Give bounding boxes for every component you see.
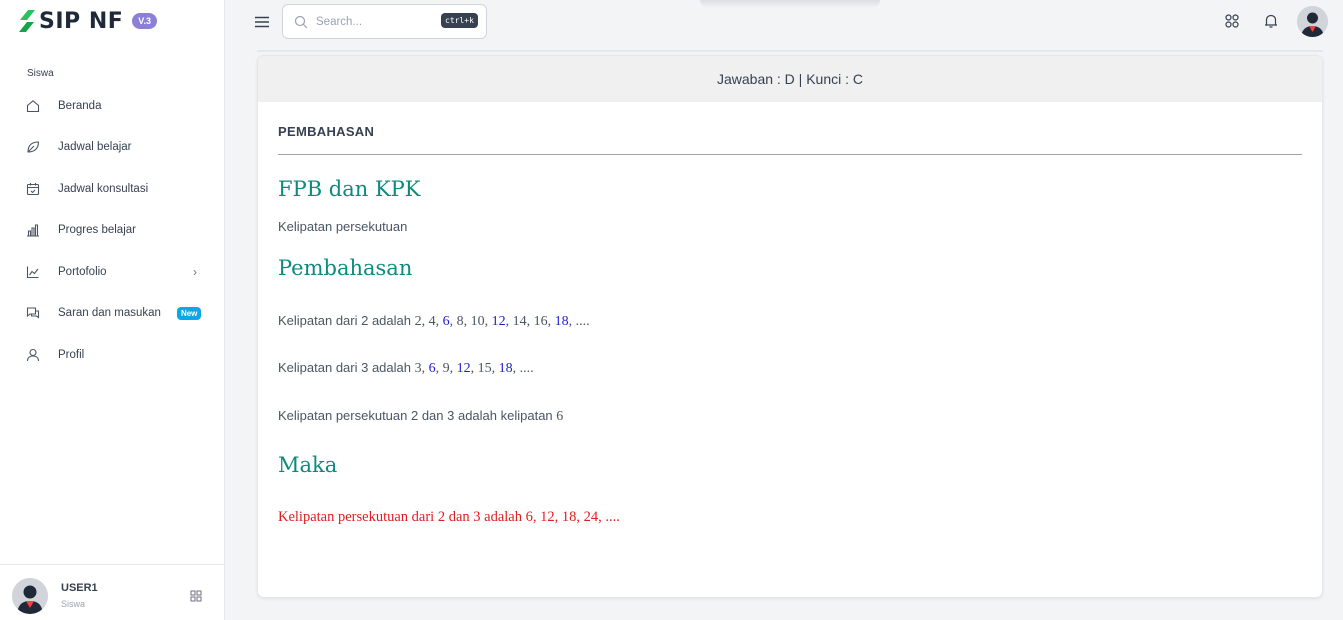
sidebar-item-label: Profil <box>58 348 85 361</box>
sidebar-item-label: Jadwal konsultasi <box>58 182 149 195</box>
sidebar-item-label: Progres belajar <box>58 224 136 237</box>
logo-icon <box>19 10 35 32</box>
sidebar-item-portofolio[interactable]: Portofolio › <box>0 251 224 293</box>
search-icon <box>294 15 308 29</box>
brand-name: SIP NF <box>39 8 124 34</box>
user-role: Siswa <box>61 599 86 609</box>
sidebar-item-profil[interactable]: Profil <box>0 334 224 376</box>
sidebar-item-jadwal-konsultasi[interactable]: Jadwal konsultasi <box>0 168 224 210</box>
sidebar: SIP NF V.3 Siswa Beranda Jadwal belajar … <box>0 0 225 620</box>
sidebar-item-progres-belajar[interactable]: Progres belajar <box>0 210 224 252</box>
heading-maka: Maka <box>278 453 338 477</box>
heading-fpb-kpk: FPB dan KPK <box>278 177 421 201</box>
divider <box>278 154 1302 155</box>
line-text: Kelipatan dari 2 adalah <box>278 313 411 328</box>
heading-pembahasan: Pembahasan <box>278 256 413 280</box>
common-multiple: Kelipatan persekutuan 2 dan 3 adalah kel… <box>278 408 1302 425</box>
math-values: 2, 4, 6, 8, 10, 12, 14, 16, 18, .... <box>414 314 590 329</box>
section-title: PEMBAHASAN <box>278 124 375 139</box>
layout-icon[interactable] <box>190 590 202 602</box>
search-box: ctrl+k <box>282 4 487 39</box>
calendar-check-icon <box>26 182 40 196</box>
sidebar-item-label: Portofolio <box>58 265 107 278</box>
sidebar-footer: USER1 Siswa <box>0 564 224 620</box>
bell-icon[interactable] <box>1263 13 1279 29</box>
sidebar-item-label: Jadwal belajar <box>58 141 132 154</box>
top-shadow <box>700 0 880 8</box>
menu-icon[interactable] <box>254 14 270 30</box>
line-text: Kelipatan dari 3 adalah <box>278 360 411 375</box>
card-body: PEMBAHASAN FPB dan KPK Kelipatan perseku… <box>258 124 1322 526</box>
sidebar-item-label: Beranda <box>58 99 102 112</box>
chevron-right-icon: › <box>193 264 197 279</box>
user-name: USER1 <box>61 582 98 594</box>
apps-grid-icon[interactable] <box>1224 13 1240 29</box>
math-value: 6 <box>556 409 564 424</box>
sidebar-item-label: Saran dan masukan <box>58 307 161 320</box>
subtitle: Kelipatan persekutuan <box>278 219 408 234</box>
version-badge: V.3 <box>132 13 157 29</box>
brand[interactable]: SIP NF V.3 <box>18 8 157 34</box>
conclusion: Kelipatan persekutuan dari 2 dan 3 adala… <box>278 509 620 525</box>
new-badge: New <box>176 306 202 320</box>
search-input[interactable] <box>316 13 416 31</box>
home-icon <box>26 99 40 113</box>
topbar-divider <box>257 50 1323 52</box>
multiples-of-2: Kelipatan dari 2 adalah 2, 4, 6, 8, 10, … <box>278 313 1302 330</box>
sidebar-nav: Beranda Jadwal belajar Jadwal konsultasi… <box>0 85 224 376</box>
sidebar-item-beranda[interactable]: Beranda <box>0 85 224 127</box>
answer-key-header: Jawaban : D | Kunci : C <box>258 56 1322 102</box>
line-chart-icon <box>26 265 40 279</box>
bar-chart-icon <box>26 223 40 237</box>
shortcut-hint: ctrl+k <box>441 13 478 28</box>
multiples-of-3: Kelipatan dari 3 adalah 3, 6, 9, 12, 15,… <box>278 360 1302 377</box>
leaf-icon <box>26 140 40 154</box>
answer-card: Jawaban : D | Kunci : C PEMBAHASAN FPB d… <box>257 55 1323 598</box>
sidebar-section-label: Siswa <box>27 68 54 79</box>
math-values: 3, 6, 9, 12, 15, 18, .... <box>414 361 534 376</box>
profile-avatar[interactable] <box>1297 6 1328 37</box>
user-icon <box>26 348 40 362</box>
sidebar-item-jadwal-belajar[interactable]: Jadwal belajar <box>0 127 224 169</box>
sidebar-item-saran-dan-masukan[interactable]: Saran dan masukan New <box>0 293 224 335</box>
chat-icon <box>26 306 40 320</box>
line-text: Kelipatan persekutuan 2 dan 3 adalah kel… <box>278 408 553 423</box>
avatar[interactable] <box>12 578 48 614</box>
